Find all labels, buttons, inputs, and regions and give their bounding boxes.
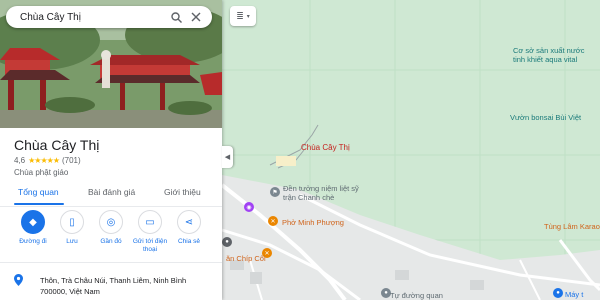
tab-about[interactable]: Giới thiệu <box>164 187 201 197</box>
caret-down-icon: ▾ <box>246 13 250 20</box>
place-title: Chùa Cây Thị <box>14 137 100 153</box>
tab-bar: Tổng quan Bài đánh giá Giới thiệu <box>0 182 222 207</box>
map-label-karaoke[interactable]: Tùng Lâm Karaok <box>544 222 600 231</box>
place-address[interactable]: Thôn, Trà Châu Núi, Thanh Liêm, Ninh Bìn… <box>40 275 210 297</box>
layers-icon: ≣ <box>236 10 244 21</box>
rating-value: 4,6 <box>14 156 26 165</box>
map-label-mayt[interactable]: Máy t <box>565 290 583 299</box>
directions-icon: ◆ <box>21 210 45 234</box>
review-count[interactable]: (701) <box>62 156 81 165</box>
share-label: Chia sẻ <box>177 238 201 245</box>
search-input[interactable]: Chùa Cây Thị <box>6 12 166 23</box>
send-to-phone-button[interactable]: ▭ Gửi tới điện thoại <box>130 210 170 254</box>
poi-gray-icon[interactable]: ● <box>222 237 232 247</box>
nearby-icon: ◎ <box>99 210 123 234</box>
send-to-phone-label: Gửi tới điện thoại <box>132 238 168 253</box>
close-icon[interactable] <box>186 7 206 27</box>
memorial-icon[interactable]: ⚑ <box>270 187 280 197</box>
rating-row[interactable]: 4,6 ★★★★★ (701) <box>14 156 81 165</box>
map-label-chip[interactable]: ăn Chíp Côi <box>226 254 266 263</box>
layers-button[interactable]: ≣ ▾ <box>230 6 256 26</box>
map-label-memorial[interactable]: Đền tưởng niệm liệt sỹ trận Chanh chè <box>283 184 363 202</box>
directions-label: Đường đi <box>19 238 47 245</box>
tab-reviews[interactable]: Bài đánh giá <box>88 187 135 197</box>
search-box[interactable]: Chùa Cây Thị <box>6 6 212 28</box>
camera-icon[interactable]: ◉ <box>244 202 254 212</box>
save-label: Lưu <box>66 238 78 245</box>
map-pin-label[interactable]: Chùa Cây Thị <box>301 143 350 152</box>
collapse-panel-button[interactable]: ◀ <box>222 146 233 168</box>
star-rating-icon: ★★★★★ <box>28 156 60 165</box>
nearby-button[interactable]: ◎ Gần đó <box>91 210 131 246</box>
active-tab-indicator <box>14 203 64 205</box>
map-label-factory[interactable]: Cơ sở sản xuất nước tinh khiết aqua vita… <box>513 46 595 64</box>
directions-button[interactable]: ◆ Đường đi <box>13 210 53 246</box>
nearby-label: Gần đó <box>100 238 122 245</box>
place-panel: Chùa Cây Thị Chùa Cây Thị 4,6 ★★★★★ (701… <box>0 0 222 300</box>
bookmark-icon: ▯ <box>60 210 84 234</box>
share-button[interactable]: ⋖ Chia sẻ <box>169 210 209 246</box>
map-label-bonsai[interactable]: Vườn bonsai Bùi Việt <box>510 113 581 122</box>
place-category[interactable]: Chùa phật giáo <box>14 168 68 177</box>
search-icon[interactable] <box>166 7 186 27</box>
restaurant-icon[interactable]: ✕ <box>268 216 278 226</box>
chevron-left-icon: ◀ <box>224 154 231 161</box>
tab-overview[interactable]: Tổng quan <box>18 187 59 197</box>
map-label-pho[interactable]: Phở Minh Phượng <box>282 218 344 227</box>
divider <box>0 262 222 263</box>
location-pin-icon <box>14 274 23 289</box>
action-bar: ◆ Đường đi ▯ Lưu ◎ Gần đó ▭ Gửi tới điện… <box>0 210 222 260</box>
share-icon: ⋖ <box>177 210 201 234</box>
poi-blue-icon[interactable]: ● <box>553 288 563 298</box>
map-label-tuduong[interactable]: Tự đường quan <box>390 291 443 300</box>
phone-icon: ▭ <box>138 210 162 234</box>
save-button[interactable]: ▯ Lưu <box>52 210 92 246</box>
